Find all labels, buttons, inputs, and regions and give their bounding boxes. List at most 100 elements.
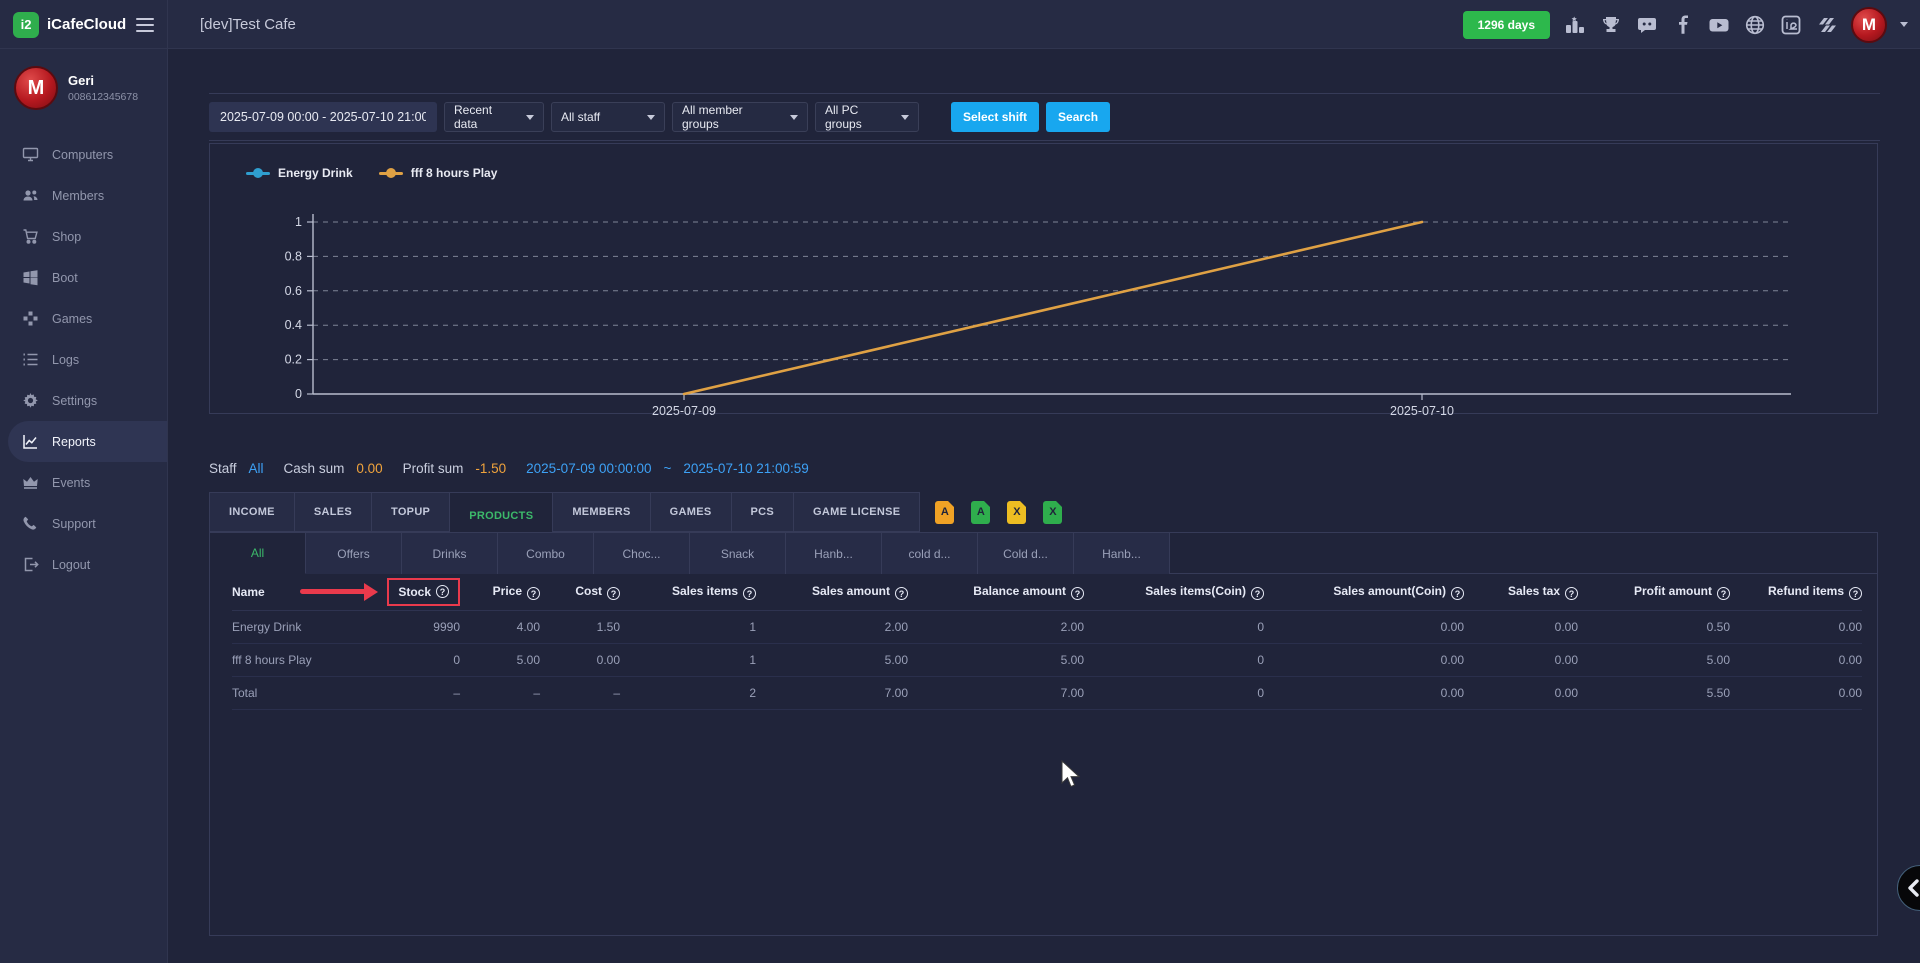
- category-tab-offers[interactable]: Offers: [306, 533, 402, 574]
- cell-cost: –: [540, 676, 620, 709]
- help-icon[interactable]: ?: [1717, 587, 1730, 600]
- sidebar: M Geri 008612345678 Computers Members Sh…: [0, 49, 168, 963]
- discord-icon[interactable]: [1635, 13, 1658, 36]
- help-icon[interactable]: ?: [436, 585, 449, 598]
- data-mode-select[interactable]: Recent data: [444, 102, 544, 132]
- tab-games[interactable]: GAMES: [651, 492, 732, 532]
- col-header-sales-amount-coin[interactable]: Sales amount(Coin)?: [1264, 574, 1464, 610]
- phone-icon: [22, 515, 39, 532]
- category-tab-snack[interactable]: Snack: [690, 533, 786, 574]
- tab-sales[interactable]: SALES: [295, 492, 372, 532]
- sidebar-item-boot[interactable]: Boot: [0, 257, 167, 298]
- pc-groups-select[interactable]: All PC groups: [815, 102, 919, 132]
- cell-sales-tax: 0.00: [1464, 676, 1578, 709]
- col-header-sales-amount[interactable]: Sales amount?: [756, 574, 908, 610]
- facebook-icon[interactable]: [1671, 13, 1694, 36]
- category-tab-cold-d-2[interactable]: Cold d...: [978, 533, 1074, 574]
- sidebar-item-logs[interactable]: Logs: [0, 339, 167, 380]
- icafe-logo-icon[interactable]: [1779, 13, 1802, 36]
- sidebar-item-settings[interactable]: Settings: [0, 380, 167, 421]
- cell-name: Energy Drink: [232, 610, 372, 643]
- legend-item-fff-8-hours-play[interactable]: fff 8 hours Play: [379, 166, 498, 180]
- category-tab-choc[interactable]: Choc...: [594, 533, 690, 574]
- cell-stock: 0: [372, 643, 460, 676]
- youtube-icon[interactable]: [1707, 13, 1730, 36]
- sidebar-item-members[interactable]: Members: [0, 175, 167, 216]
- sidebar-item-support[interactable]: Support: [0, 503, 167, 544]
- help-icon[interactable]: ?: [1565, 587, 1578, 600]
- col-header-price[interactable]: Price?: [460, 574, 540, 610]
- date-range-input[interactable]: [209, 102, 437, 132]
- help-icon[interactable]: ?: [895, 587, 908, 600]
- legend-label: fff 8 hours Play: [411, 166, 498, 180]
- trophy-icon[interactable]: [1599, 13, 1622, 36]
- col-header-balance-amount[interactable]: Balance amount?: [908, 574, 1084, 610]
- help-icon[interactable]: ?: [607, 587, 620, 600]
- windows-icon: [22, 269, 39, 286]
- cell-name: fff 8 hours Play: [232, 643, 372, 676]
- col-header-stock[interactable]: Stock?: [372, 574, 460, 610]
- col-header-sales-items-coin[interactable]: Sales items(Coin)?: [1084, 574, 1264, 610]
- sidebar-item-games[interactable]: Games: [0, 298, 167, 339]
- col-header-cost[interactable]: Cost?: [540, 574, 620, 610]
- category-tab-combo[interactable]: Combo: [498, 533, 594, 574]
- layers-icon[interactable]: [1815, 13, 1838, 36]
- avatar-letter: M: [28, 77, 45, 100]
- search-button[interactable]: Search: [1046, 102, 1110, 132]
- sidebar-item-reports[interactable]: Reports: [8, 421, 167, 462]
- cell-balance-amount: 5.00: [908, 643, 1084, 676]
- help-icon[interactable]: ?: [1849, 587, 1862, 600]
- table-header-row: Name Stock? Price? Cost? Sales items? Sa…: [232, 574, 1862, 610]
- help-icon[interactable]: ?: [527, 587, 540, 600]
- excel-export-yellow-icon[interactable]: X: [1007, 501, 1026, 524]
- globe-icon[interactable]: [1743, 13, 1766, 36]
- help-icon[interactable]: ?: [1251, 587, 1264, 600]
- crown-icon: [22, 474, 39, 491]
- sidebar-item-label: Support: [52, 517, 96, 531]
- tab-game-license[interactable]: GAME LICENSE: [794, 492, 920, 532]
- member-groups-select[interactable]: All member groups: [672, 102, 808, 132]
- pdf-export-green-icon[interactable]: A: [971, 501, 990, 524]
- pdf-export-yellow-icon[interactable]: A: [935, 501, 954, 524]
- category-tab-hanb-2[interactable]: Hanb...: [1074, 533, 1170, 574]
- sidebar-item-computers[interactable]: Computers: [0, 134, 167, 175]
- hamburger-menu-icon[interactable]: [136, 18, 154, 32]
- tab-income[interactable]: INCOME: [209, 492, 295, 532]
- category-tab-cold-d-1[interactable]: cold d...: [882, 533, 978, 574]
- sidebar-user-block[interactable]: M Geri 008612345678: [0, 49, 167, 120]
- category-tab-hanb-1[interactable]: Hanb...: [786, 533, 882, 574]
- sidebar-item-label: Logs: [52, 353, 79, 367]
- legend-item-energy-drink[interactable]: Energy Drink: [246, 166, 353, 180]
- svg-text:0: 0: [295, 387, 302, 401]
- category-tab-drinks[interactable]: Drinks: [402, 533, 498, 574]
- staff-select[interactable]: All staff: [551, 102, 665, 132]
- select-shift-button[interactable]: Select shift: [951, 102, 1039, 132]
- help-icon[interactable]: ?: [743, 587, 756, 600]
- col-header-sales-tax[interactable]: Sales tax?: [1464, 574, 1578, 610]
- chevron-down-icon[interactable]: [1900, 22, 1908, 27]
- excel-export-green-icon[interactable]: X: [1043, 501, 1062, 524]
- sidebar-item-label: Logout: [52, 558, 90, 572]
- help-icon[interactable]: ?: [1451, 587, 1464, 600]
- sidebar-item-events[interactable]: Events: [0, 462, 167, 503]
- cell-balance-amount: 7.00: [908, 676, 1084, 709]
- user-avatar[interactable]: M: [1851, 7, 1887, 43]
- col-header-profit-amount[interactable]: Profit amount?: [1578, 574, 1730, 610]
- sidebar-item-shop[interactable]: Shop: [0, 216, 167, 257]
- table-row-total: Total – – – 2 7.00 7.00 0 0.00 0.00 5.50…: [232, 676, 1862, 709]
- tab-members[interactable]: MEMBERS: [553, 492, 650, 532]
- legend-label: Energy Drink: [278, 166, 353, 180]
- sidebar-avatar[interactable]: M: [14, 66, 58, 110]
- sidebar-item-logout[interactable]: Logout: [0, 544, 167, 585]
- tab-pcs[interactable]: PCS: [732, 492, 795, 532]
- category-tab-all[interactable]: All: [210, 533, 306, 574]
- staff-label: Staff: [209, 461, 237, 476]
- svg-text:0.6: 0.6: [285, 284, 302, 298]
- license-days-badge[interactable]: 1296 days: [1463, 11, 1550, 39]
- help-icon[interactable]: ?: [1071, 587, 1084, 600]
- tab-topup[interactable]: TOPUP: [372, 492, 450, 532]
- col-header-sales-items[interactable]: Sales items?: [620, 574, 756, 610]
- ranking-podium-icon[interactable]: [1563, 13, 1586, 36]
- chevron-down-icon: [901, 115, 909, 120]
- col-header-refund-items[interactable]: Refund items?: [1730, 574, 1862, 610]
